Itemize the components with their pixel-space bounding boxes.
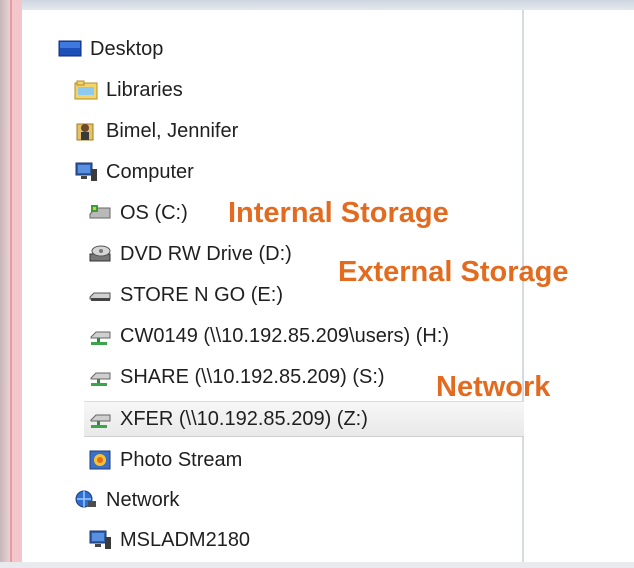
tree-item-store-n-go-e[interactable]: STORE N GO (E:): [88, 278, 283, 312]
annotation-internal-storage: Internal Storage: [228, 197, 449, 229]
tree-item-share-s[interactable]: SHARE (\\10.192.85.209) (S:): [88, 360, 385, 394]
network-drive-icon: [88, 408, 112, 430]
tree-item-computer[interactable]: Computer: [74, 155, 194, 189]
tree-item-label: DVD RW Drive (D:): [120, 242, 292, 265]
usb-drive-icon: [88, 284, 112, 306]
tree-item-desktop[interactable]: Desktop: [58, 32, 163, 66]
tree-item-label: SHARE (\\10.192.85.209) (S:): [120, 365, 385, 388]
tree-item-label: XFER (\\10.192.85.209) (Z:): [120, 407, 368, 430]
hard-drive-icon: [88, 202, 112, 224]
tree-item-label: Desktop: [90, 37, 164, 60]
tree-item-os-c[interactable]: OS (C:): [88, 196, 188, 230]
tree-item-label: Computer: [106, 160, 194, 183]
user-folder-icon: [74, 120, 98, 142]
window-bottom-edge: [0, 562, 634, 568]
tree-item-libraries[interactable]: Libraries: [74, 73, 183, 107]
tree-item-xfer-z[interactable]: XFER (\\10.192.85.209) (Z:): [84, 401, 524, 437]
window-left-gutter: [0, 0, 10, 568]
tree-item-photo-stream[interactable]: Photo Stream: [88, 443, 242, 477]
window-top-bar: [0, 0, 634, 10]
tree-item-cw0149-h[interactable]: CW0149 (\\10.192.85.209\users) (H:): [88, 319, 449, 353]
tree-item-label: CW0149 (\\10.192.85.209\users) (H:): [120, 324, 450, 347]
network-icon: [74, 489, 98, 511]
tree-item-label: Photo Stream: [120, 448, 243, 471]
dvd-drive-icon: [88, 243, 112, 265]
annotation-external-storage: External Storage: [338, 256, 569, 288]
tree-item-label: OS (C:): [120, 201, 188, 224]
network-drive-icon: [88, 325, 112, 347]
tree-item-label: STORE N GO (E:): [120, 283, 283, 306]
libraries-icon: [74, 79, 98, 101]
photo-stream-icon: [88, 449, 112, 471]
desktop-icon: [58, 38, 82, 60]
tree-item-label: Network: [106, 488, 180, 511]
tree-item-dvd-d[interactable]: DVD RW Drive (D:): [88, 237, 292, 271]
tree-item-network[interactable]: Network: [74, 483, 179, 517]
annotation-network: Network: [436, 371, 551, 403]
tree-item-msladm2180[interactable]: MSLADM2180: [88, 523, 250, 557]
tree-item-label: Libraries: [106, 78, 183, 101]
computer-icon: [88, 529, 112, 551]
tree-item-label: MSLADM2180: [120, 528, 251, 551]
left-margin-rule: [10, 0, 22, 568]
computer-icon: [74, 161, 98, 183]
tree-item-label: Bimel, Jennifer: [106, 119, 239, 142]
tree-item-user-folder[interactable]: Bimel, Jennifer: [74, 114, 238, 148]
network-drive-icon: [88, 366, 112, 388]
